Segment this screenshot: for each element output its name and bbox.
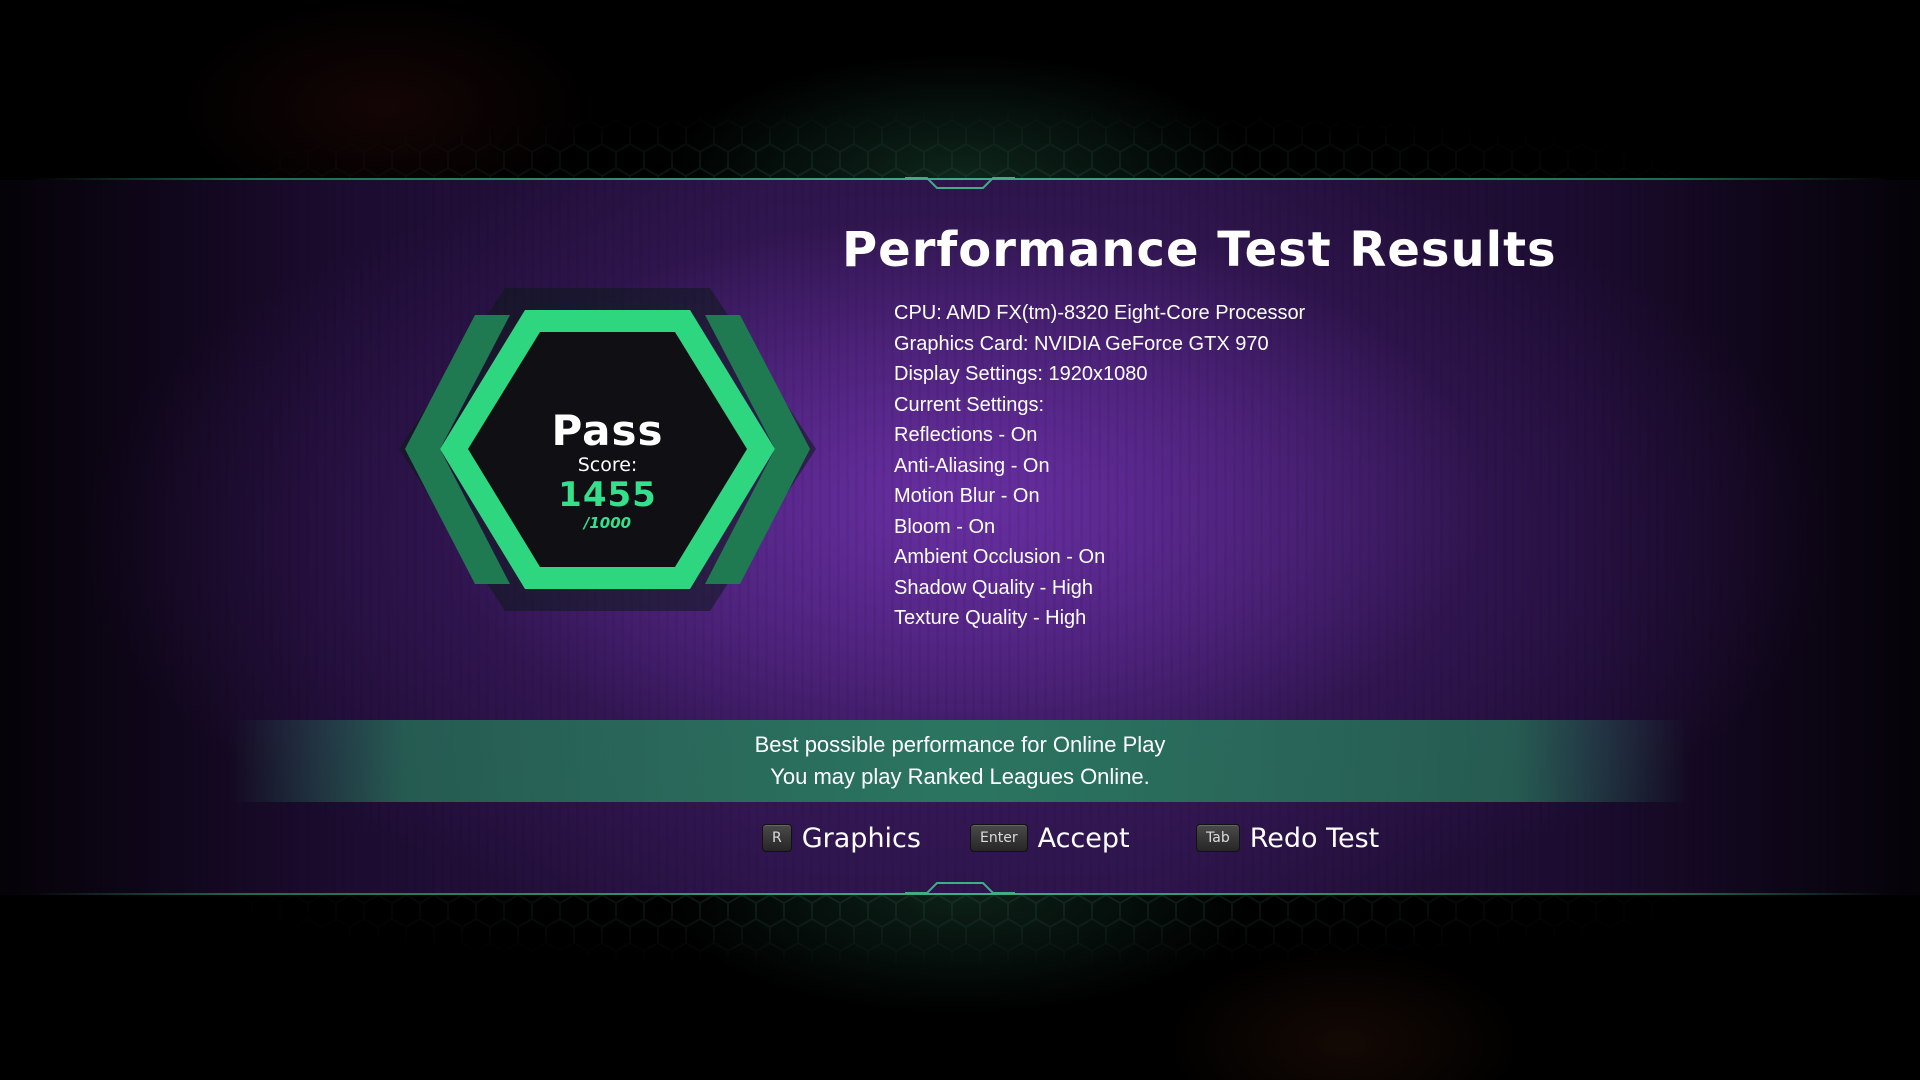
message-line-1: Best possible performance for Online Pla… — [754, 732, 1166, 757]
accept-label: Accept — [1037, 822, 1130, 854]
top-notch-ornament — [905, 177, 1015, 189]
hex-mesh-pattern-bottom — [0, 895, 1920, 1080]
score-label: Score: — [577, 454, 638, 476]
gpu-info: Graphics Card: NVIDIA GeForce GTX 970 — [894, 332, 1269, 355]
cpu-info: CPU: AMD FX(tm)-8320 Eight-Core Processo… — [894, 302, 1306, 324]
result-message-bar: Best possible performance for Online Pla… — [230, 720, 1690, 802]
setting-bloom: Bloom - On — [894, 515, 996, 538]
redo-test-button[interactable]: Tab Redo Test — [1196, 818, 1379, 858]
setting-motion-blur: Motion Blur - On — [894, 485, 1040, 507]
current-settings-heading: Current Settings: — [894, 393, 1045, 416]
score-value: 1455 — [558, 475, 657, 515]
setting-ambient-occlusion: Ambient Occlusion - On — [894, 546, 1106, 568]
accept-button[interactable]: Enter Accept — [970, 818, 1130, 858]
setting-shadow-quality: Shadow Quality - High — [894, 576, 1093, 599]
bottom-notch-ornament — [905, 882, 1015, 894]
setting-anti-aliasing: Anti-Aliasing - On — [894, 454, 1050, 477]
key-r-icon: R — [762, 824, 792, 852]
redo-test-label: Redo Test — [1249, 822, 1380, 854]
display-info: Display Settings: 1920x1080 — [894, 363, 1148, 385]
message-line-2: You may play Ranked Leagues Online. — [770, 764, 1150, 789]
action-bar: R Graphics Enter Accept Tab Redo Test — [0, 812, 1920, 864]
key-enter-icon: Enter — [970, 824, 1028, 852]
score-max: /1000 — [583, 514, 632, 532]
score-block: Pass Score: 1455 /1000 — [505, 406, 710, 533]
background-top — [0, 0, 1920, 180]
setting-texture-quality: Texture Quality - High — [894, 607, 1087, 629]
hex-mesh-pattern — [0, 0, 1920, 180]
pass-status: Pass — [551, 406, 664, 455]
system-specs: CPU: AMD FX(tm)-8320 Eight-Core Processo… — [894, 298, 1494, 634]
background-bottom — [0, 895, 1920, 1080]
graphics-label: Graphics — [801, 822, 921, 854]
page-title: Performance Test Results — [842, 222, 1557, 278]
setting-reflections: Reflections - On — [894, 424, 1038, 446]
key-tab-icon: Tab — [1196, 824, 1240, 852]
graphics-button[interactable]: R Graphics — [742, 812, 952, 864]
